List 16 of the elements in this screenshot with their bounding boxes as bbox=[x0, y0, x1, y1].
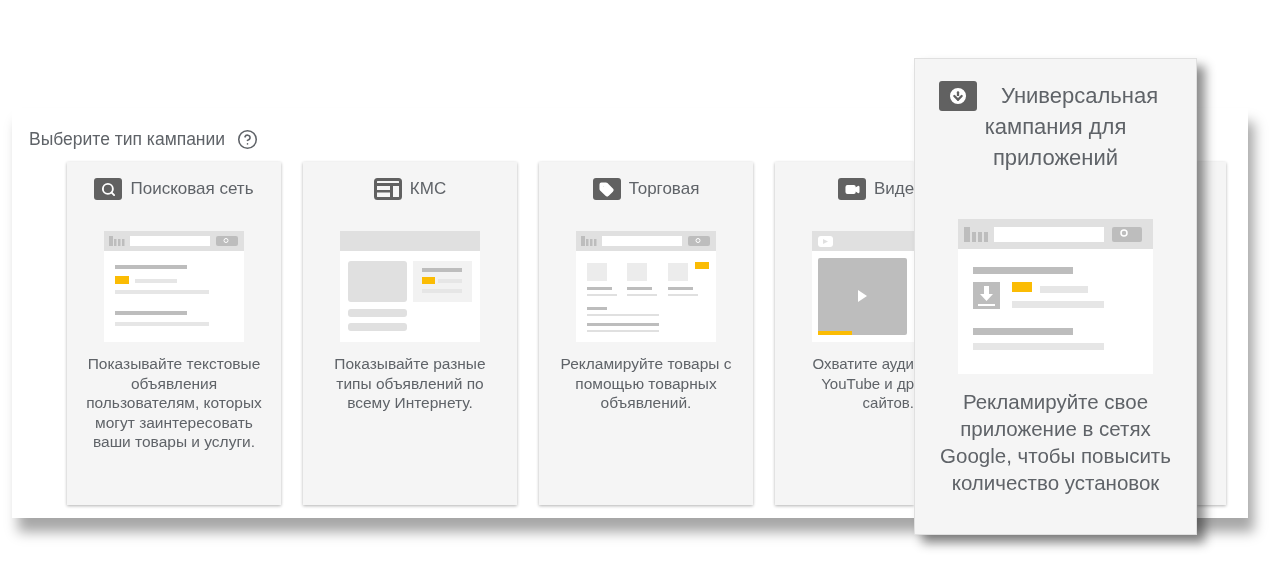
card-title: КМС bbox=[409, 178, 447, 201]
campaign-card[interactable]: Поисковая сеть Показывайте текстовые объявления пользователям, которых могут заинтересовать ваши товары и услуги. bbox=[67, 162, 281, 505]
card-title: Поисковая сеть bbox=[130, 178, 254, 201]
card-title: Виде bbox=[874, 178, 914, 201]
campaign-card[interactable]: Виде Охватите ауди YouTube и др сайтов. bbox=[775, 162, 914, 505]
campaign-card[interactable]: Универсальная кампания для приложений Рекламируйте свое приложение в сетях Google, чтобы повысить количество установок bbox=[914, 58, 1197, 535]
card-description: Показывайте разные типы объявлений по всему Интернету. bbox=[333, 354, 487, 413]
campaign-card[interactable]: КМС Показывайте разные типы объявлений по всему Интернету. bbox=[303, 162, 517, 505]
campaign-card[interactable]: Торговая Рекламируйте товары с помощью товарных объявлений. bbox=[539, 162, 753, 505]
card-title: Универсальная кампания для приложений bbox=[984, 83, 1159, 170]
card-description: Рекламируйте свое приложение в сетях Google, чтобы повысить количество установок bbox=[939, 389, 1172, 496]
panel-title: Выберите тип кампании bbox=[29, 127, 226, 151]
card-description: Охватите ауди YouTube и др сайтов. bbox=[811, 354, 914, 413]
card-title: Торговая bbox=[628, 178, 700, 201]
card-description: Показывайте текстовые объявления пользователям, которых могут заинтересовать ваши товары и услуги. bbox=[85, 354, 263, 452]
card-description: Рекламируйте товары с помощью товарных объявлений. bbox=[559, 354, 733, 413]
